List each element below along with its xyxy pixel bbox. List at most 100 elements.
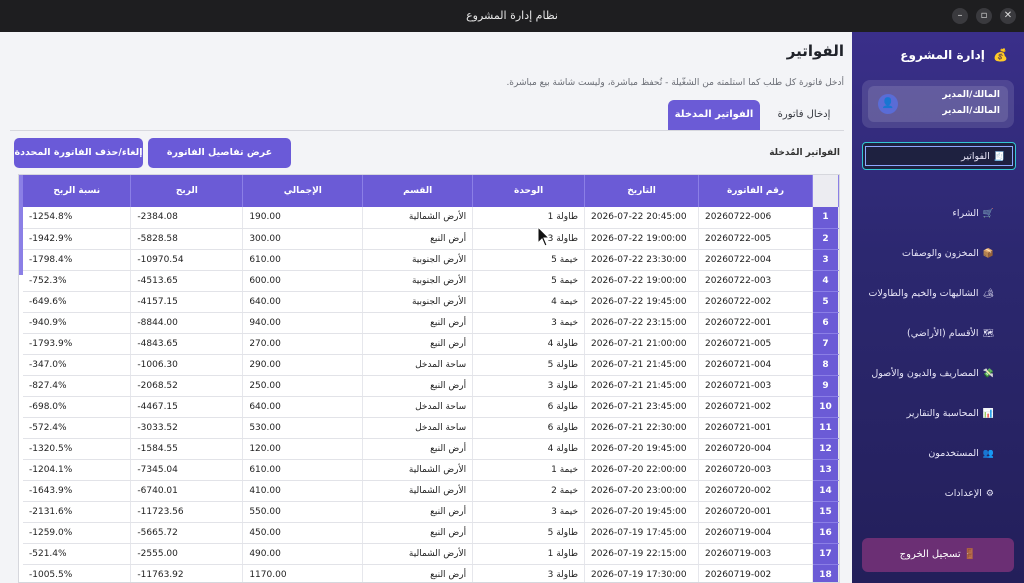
table-cell: 2026-07-20 23:00:00 <box>584 480 700 502</box>
row-number[interactable]: 7 <box>812 333 839 355</box>
table-row[interactable]: -572.4% -3033.52 530.00 ساحة المدخل طاولة 62… <box>23 417 839 439</box>
nav-icon: 🗺 <box>982 329 994 339</box>
main-content: الفواتير أدخل فاتورة كل طلب كما استلمته … <box>0 32 852 583</box>
table-row[interactable]: -1204.1% -7345.04 610.00 الأرض الشمالية خيمة… <box>23 459 839 481</box>
logout-button[interactable]: 🚪 تسجيل الخروج <box>862 538 1014 572</box>
table-cell: 2026-07-21 22:30:00 <box>584 417 700 439</box>
column-header[interactable]: رقم الفاتورة <box>698 175 813 207</box>
table-cell: 20260719-003 <box>698 543 813 565</box>
table-cell: 20260722-002 <box>698 291 813 313</box>
sidebar-item-2[interactable]: 📦المخزون والوصفات <box>852 240 1024 268</box>
table-cell: 640.00 <box>242 396 364 418</box>
row-number[interactable]: 10 <box>812 396 839 418</box>
table-row[interactable]: -2131.6% -11723.56 550.00 أرض النبع خيمة 3 20… <box>23 501 839 523</box>
table-cell: 20260722-006 <box>698 207 813 229</box>
door-icon: 🚪 <box>963 549 977 560</box>
table-row[interactable]: -521.4% -2555.00 490.00 الأرض الشمالية طاولة… <box>23 543 839 565</box>
sidebar-item-6[interactable]: 📊المحاسبة والتقارير <box>852 400 1024 428</box>
table-cell: ساحة المدخل <box>362 417 474 439</box>
row-number[interactable]: 17 <box>812 543 839 565</box>
table-cell: أرض النبع <box>362 228 474 250</box>
table-cell: أرض النبع <box>362 312 474 334</box>
row-number[interactable]: 12 <box>812 438 839 460</box>
tab-enter-invoice[interactable]: إدخال فاتورة <box>764 100 844 130</box>
table-cell: 490.00 <box>242 543 364 565</box>
tab-entered-invoices[interactable]: الفواتير المدخلة <box>668 100 760 130</box>
column-header[interactable]: التاريخ <box>584 175 700 207</box>
row-number[interactable]: 11 <box>812 417 839 439</box>
table-row[interactable]: -1005.5% -11763.92 1170.00 أرض النبع طاولة 3… <box>23 564 839 582</box>
table-row[interactable]: -698.0% -4467.15 640.00 ساحة المدخل طاولة 62… <box>23 396 839 418</box>
table-row[interactable]: -1798.4% -10970.54 610.00 الأرض الجنوبية خيم… <box>23 249 839 271</box>
maximize-button[interactable]: ▫ <box>976 8 992 24</box>
sidebar-item-4[interactable]: 🗺الأقسام (الأراضي) <box>852 320 1024 348</box>
table-cell: -3033.52 <box>130 417 244 439</box>
row-number[interactable]: 5 <box>812 291 839 313</box>
sidebar-item-8[interactable]: ⚙الإعدادات <box>852 480 1024 508</box>
user-card: 👤 المالك/المدير المالك/المدير <box>862 80 1014 128</box>
row-number[interactable]: 1 <box>812 207 839 229</box>
table-cell: 190.00 <box>242 207 364 229</box>
table-cell: طاولة 3 <box>472 564 586 582</box>
row-number[interactable]: 2 <box>812 228 839 250</box>
row-number[interactable]: 8 <box>812 354 839 376</box>
page-description: أدخل فاتورة كل طلب كما استلمته من الشغّي… <box>506 78 844 88</box>
table-row[interactable]: -1643.9% -6740.01 410.00 الأرض الشمالية خيمة… <box>23 480 839 502</box>
table-cell: -572.4% <box>23 417 132 439</box>
table-cell: 20260720-004 <box>698 438 813 460</box>
table-row[interactable]: -1259.0% -5665.72 450.00 أرض النبع طاولة 5 20… <box>23 522 839 544</box>
row-number[interactable]: 9 <box>812 375 839 397</box>
sidebar-item-3[interactable]: 🏕الشاليهات والخيم والطاولات <box>852 280 1024 308</box>
table-row[interactable]: -1793.9% -4843.65 270.00 أرض النبع طاولة 4 20… <box>23 333 839 355</box>
row-number[interactable]: 14 <box>812 480 839 502</box>
column-header[interactable]: الربح <box>130 175 244 207</box>
column-header[interactable]: الإجمالي <box>242 175 364 207</box>
row-number[interactable]: 6 <box>812 312 839 334</box>
table-corner <box>812 175 839 207</box>
table-row[interactable]: -940.9% -8844.00 940.00 أرض النبع خيمة 3 2026… <box>23 312 839 334</box>
table-cell: 20260720-003 <box>698 459 813 481</box>
table-cell: -8844.00 <box>130 312 244 334</box>
row-number[interactable]: 3 <box>812 249 839 271</box>
table-cell: 2026-07-19 22:15:00 <box>584 543 700 565</box>
delete-invoice-button[interactable]: إلغاء/حذف الفاتورة المحددة <box>14 138 143 168</box>
nav-icon: 👥 <box>982 449 994 459</box>
view-invoice-details-button[interactable]: عرض تفاصيل الفاتورة المحددة <box>148 138 291 188</box>
table-cell: -521.4% <box>23 543 132 565</box>
table-cell: 20260722-005 <box>698 228 813 250</box>
row-number[interactable]: 13 <box>812 459 839 481</box>
nav-icon: 🏕 <box>982 289 994 299</box>
table-row[interactable]: -1942.9% -5828.58 300.00 أرض النبع طاولة 3 20… <box>23 228 839 250</box>
table-row[interactable]: -1320.5% -1584.55 120.00 أرض النبع طاولة 4 20… <box>23 438 839 460</box>
sidebar-item-0[interactable]: 🧾الفواتير <box>862 142 1016 170</box>
sidebar-item-1[interactable]: 🛒الشراء <box>852 200 1024 228</box>
close-button[interactable]: ✕ <box>1000 8 1016 24</box>
row-number[interactable]: 15 <box>812 501 839 523</box>
invoices-table[interactable]: نسبة الربح الربح الإجمالي القسم الوحدة التاري… <box>18 174 840 583</box>
table-cell: الأرض الشمالية <box>362 459 474 481</box>
table-cell: خيمة 4 <box>472 291 586 313</box>
table-row[interactable]: -1254.8% -2384.08 190.00 الأرض الشمالية طاول… <box>23 207 839 229</box>
sidebar-header: 💰 إدارة المشروع <box>900 48 1008 62</box>
table-cell: 2026-07-20 22:00:00 <box>584 459 700 481</box>
table-cell: 2026-07-19 17:30:00 <box>584 564 700 582</box>
column-header[interactable]: الوحدة <box>472 175 586 207</box>
table-cell: 2026-07-20 19:45:00 <box>584 438 700 460</box>
table-cell: 20260721-005 <box>698 333 813 355</box>
table-row[interactable]: -827.4% -2068.52 250.00 أرض النبع طاولة 3 202… <box>23 375 839 397</box>
column-header[interactable]: نسبة الربح <box>23 175 132 207</box>
minimize-button[interactable]: – <box>952 8 968 24</box>
table-cell: 20260722-001 <box>698 312 813 334</box>
sidebar-item-7[interactable]: 👥المستخدمون <box>852 440 1024 468</box>
page-title: الفواتير <box>786 42 844 60</box>
table-row[interactable]: -752.3% -4513.65 600.00 الأرض الجنوبية خيمة … <box>23 270 839 292</box>
row-number[interactable]: 4 <box>812 270 839 292</box>
table-row[interactable]: -347.0% -1006.30 290.00 ساحة المدخل طاولة 52… <box>23 354 839 376</box>
tab-divider <box>10 130 844 131</box>
table-cell: 2026-07-21 21:00:00 <box>584 333 700 355</box>
sidebar-item-5[interactable]: 💸المصاريف والديون والأصول <box>852 360 1024 388</box>
column-header[interactable]: القسم <box>362 175 474 207</box>
table-row[interactable]: -649.6% -4157.15 640.00 الأرض الجنوبية خيمة … <box>23 291 839 313</box>
row-number[interactable]: 16 <box>812 522 839 544</box>
row-number[interactable]: 18 <box>812 564 839 582</box>
